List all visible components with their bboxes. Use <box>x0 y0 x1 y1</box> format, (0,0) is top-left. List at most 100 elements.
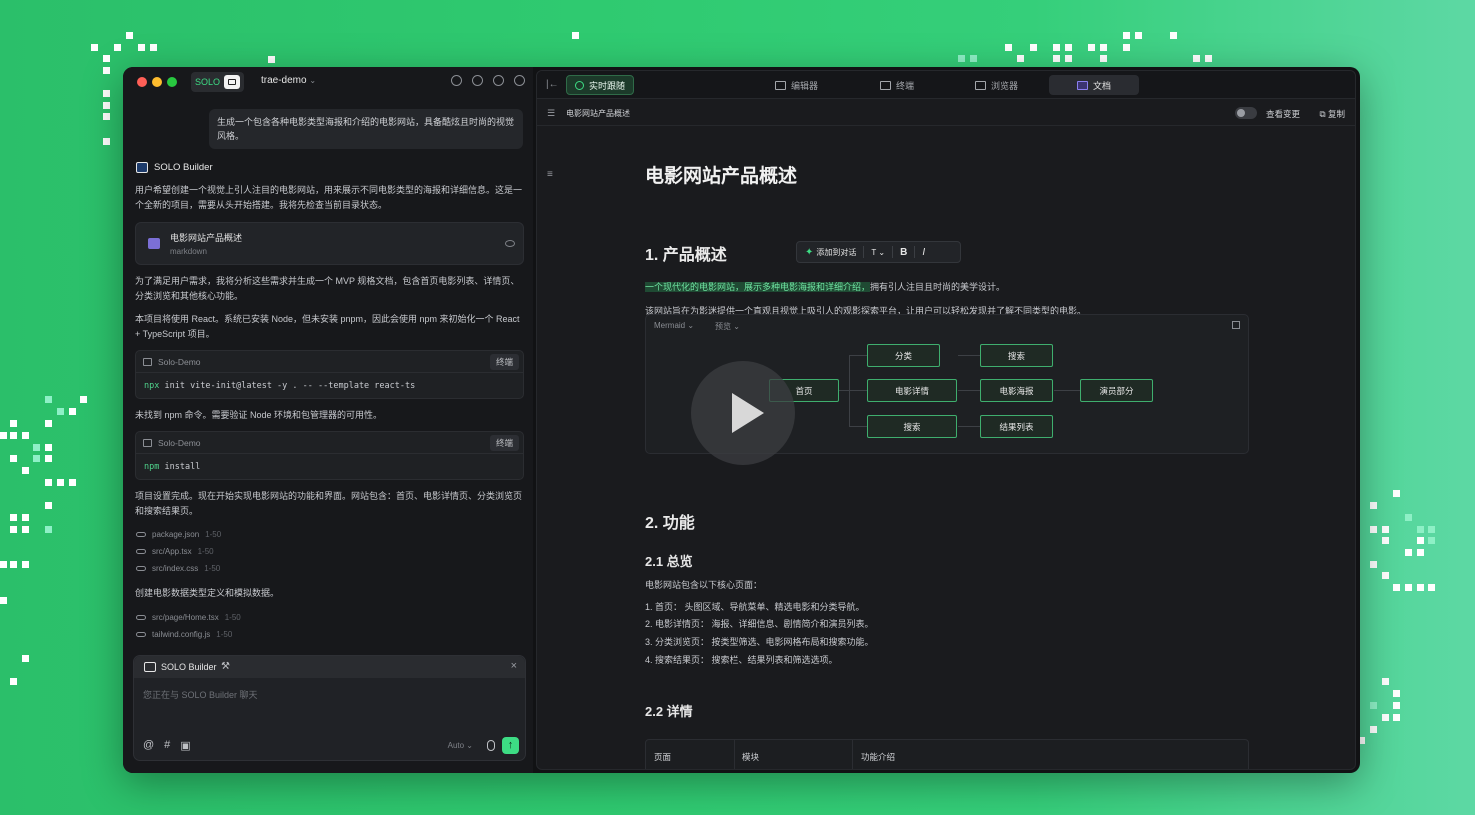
doc-title: 电影网站产品概述 <box>645 166 798 187</box>
outline-icon[interactable]: ≡ <box>547 169 553 180</box>
diagram-node: 电影详情 <box>867 379 957 402</box>
view-changes-label: 查看变更 <box>1265 109 1300 119</box>
solo-builder-icon <box>136 162 148 173</box>
diagram-edge <box>849 355 850 427</box>
italic-button[interactable]: I <box>922 247 925 258</box>
minimize-window-button[interactable] <box>152 77 162 87</box>
assistant-name: SOLO Builder <box>154 162 213 173</box>
collapse-panel-icon[interactable]: |← <box>546 79 559 90</box>
diagram-edge <box>1054 390 1080 391</box>
subsection-heading: 2.1 总览 <box>645 554 693 569</box>
settings-icon[interactable] <box>493 75 504 86</box>
project-selector[interactable]: trae-demo ⌄ <box>261 75 316 86</box>
copy-icon: ⧉ <box>1319 109 1326 119</box>
file-reference[interactable]: package.json 1-50 <box>136 526 221 543</box>
add-to-chat-button[interactable]: 添加到对话 <box>816 247 856 258</box>
text-style-button[interactable]: T ⌄ <box>871 248 885 257</box>
mermaid-selector[interactable]: Mermaid ⌄ <box>654 321 694 330</box>
maximize-window-button[interactable] <box>167 77 177 87</box>
chat-input-box: SOLO Builder ⚒ × 您正在与 SOLO Builder 聊天 @ … <box>133 655 526 761</box>
mermaid-diagram: Mermaid ⌄ 预览 ⌄ 首页 分类 电影详情 搜索 搜索 电影海报 结果列… <box>645 314 1249 465</box>
chat-input[interactable]: 您正在与 SOLO Builder 聊天 <box>143 688 258 701</box>
table-header: 功能介绍 <box>861 752 896 762</box>
assistant-message: 未找到 npm 命令。需要验证 Node 环境和包管理器的可用性。 <box>135 410 383 420</box>
live-follow-button[interactable]: 实时跟随 <box>566 75 635 95</box>
open-terminal-button[interactable]: 终端 <box>489 354 519 370</box>
file-reference[interactable]: src/page/Home.tsx 1-50 <box>136 609 241 626</box>
list-icon[interactable]: ☰ <box>547 108 555 119</box>
link-icon <box>136 532 146 537</box>
section-heading: 2. 功能 <box>645 515 695 532</box>
diagram-edge <box>849 390 867 391</box>
file-list: package.json 1-50 src/App.tsx 1-50 src/ind… <box>136 526 221 577</box>
file-reference[interactable]: src/App.tsx 1-50 <box>136 543 221 560</box>
solo-builder-icon <box>144 662 156 672</box>
link-icon <box>136 549 146 554</box>
tab-editor[interactable]: 编辑器 <box>747 75 846 95</box>
diagram-edge <box>849 426 867 427</box>
chat-panel: SOLO trae-demo ⌄ 生成一个包含各种电影类型海报和介绍的电影网站，… <box>123 67 533 773</box>
table-header: 页面 <box>654 752 672 762</box>
diagram-edge <box>958 390 980 391</box>
terminal-name: Solo-Demo <box>158 357 201 367</box>
microphone-icon[interactable] <box>487 740 495 751</box>
selected-text[interactable]: 一个现代化的电影网站，展示多种电影海报和详细介绍， <box>645 282 871 292</box>
paragraph: 电影网站包含以下核心页面： <box>645 580 763 590</box>
terminal-icon <box>143 358 152 366</box>
close-window-button[interactable] <box>137 77 147 87</box>
detail-table: 页面 模块 功能介绍 <box>645 739 1249 769</box>
hash-icon[interactable]: # <box>164 739 170 752</box>
eye-icon[interactable] <box>505 240 515 247</box>
user-message: 生成一个包含各种电影类型海报和介绍的电影网站，具备酷炫且时尚的视觉风格。 <box>209 109 523 149</box>
preview-selector[interactable]: 预览 ⌄ <box>715 321 740 332</box>
terminal-block: Solo-Demo 终端 npm install <box>135 431 524 480</box>
terminal-block: Solo-Demo 终端 npx init vite-init@latest -… <box>135 350 524 399</box>
workspace-tab-bar: |← 实时跟随 编辑器 终端 浏览器 文档 <box>537 71 1355 99</box>
diagram-edge <box>958 426 980 427</box>
list-item: 2. 电影详情页： 海报、详细信息、剧情简介和演员列表。 <box>645 619 874 629</box>
assistant-message: 为了满足用户需求，我将分析这些需求并生成一个 MVP 规格文档，包含首页电影列表… <box>135 276 520 301</box>
new-chat-icon[interactable] <box>451 75 462 86</box>
file-reference[interactable]: src/index.css 1-50 <box>136 560 221 577</box>
assistant-message: 本项目将使用 React。系统已安装 Node，但未安装 pnpm，因此会使用 … <box>135 314 520 339</box>
document-card[interactable]: 电影网站产品概述 markdown <box>135 222 524 265</box>
terminal-icon <box>143 439 152 447</box>
solo-mode-badge[interactable]: SOLO <box>191 72 245 92</box>
document-icon <box>148 238 160 249</box>
browser-icon <box>975 80 986 90</box>
expand-icon[interactable] <box>1232 321 1240 329</box>
close-agent-button[interactable]: × <box>511 660 517 672</box>
send-button[interactable]: ↑ <box>502 737 519 754</box>
live-icon <box>575 80 584 90</box>
app-window: SOLO trae-demo ⌄ 生成一个包含各种电影类型海报和介绍的电影网站，… <box>123 67 1360 773</box>
document-icon <box>1077 80 1088 90</box>
image-icon[interactable]: ▣ <box>180 739 190 752</box>
solo-logo-icon <box>224 75 241 89</box>
bold-button[interactable]: B <box>900 247 907 258</box>
selection-toolbar: ✦ 添加到对话 T ⌄ B I <box>796 241 961 263</box>
paragraph: 一个现代化的电影网站，展示多种电影海报和详细介绍，拥有引人注目且时尚的美学设计。 <box>645 282 1006 292</box>
tab-browser[interactable]: 浏览器 <box>947 75 1046 95</box>
model-selector[interactable]: Auto ⌄ <box>448 741 473 750</box>
copy-button[interactable]: ⧉ 复制 <box>1320 108 1345 120</box>
mention-icon[interactable]: @ <box>143 739 154 752</box>
tab-terminal[interactable]: 终端 <box>852 75 942 95</box>
play-button[interactable] <box>691 361 795 465</box>
title-bar: SOLO trae-demo ⌄ <box>123 67 533 97</box>
chevron-down-icon: ⌄ <box>309 76 317 85</box>
solo-label: SOLO <box>195 77 221 87</box>
file-list: src/page/Home.tsx 1-50 tailwind.config.js… <box>136 609 241 643</box>
view-changes-toggle[interactable] <box>1235 107 1257 119</box>
workspace-panel: |← 实时跟随 编辑器 终端 浏览器 文档 ☰ 电影网站产品概述 查看变更 ⧉ … <box>536 70 1356 770</box>
account-icon[interactable] <box>514 75 525 86</box>
diagram-node: 分类 <box>867 344 940 367</box>
editor-icon <box>775 80 786 90</box>
terminal-command: npm install <box>144 462 201 472</box>
tab-docs[interactable]: 文档 <box>1049 75 1140 95</box>
tools-icon[interactable]: ⚒ <box>221 661 230 672</box>
open-terminal-button[interactable]: 终端 <box>489 435 519 451</box>
terminal-command: npx init vite-init@latest -y . -- --temp… <box>144 381 416 391</box>
file-reference[interactable]: tailwind.config.js 1-50 <box>136 626 241 643</box>
history-icon[interactable] <box>472 75 483 86</box>
document-card-title: 电影网站产品概述 <box>170 233 243 243</box>
